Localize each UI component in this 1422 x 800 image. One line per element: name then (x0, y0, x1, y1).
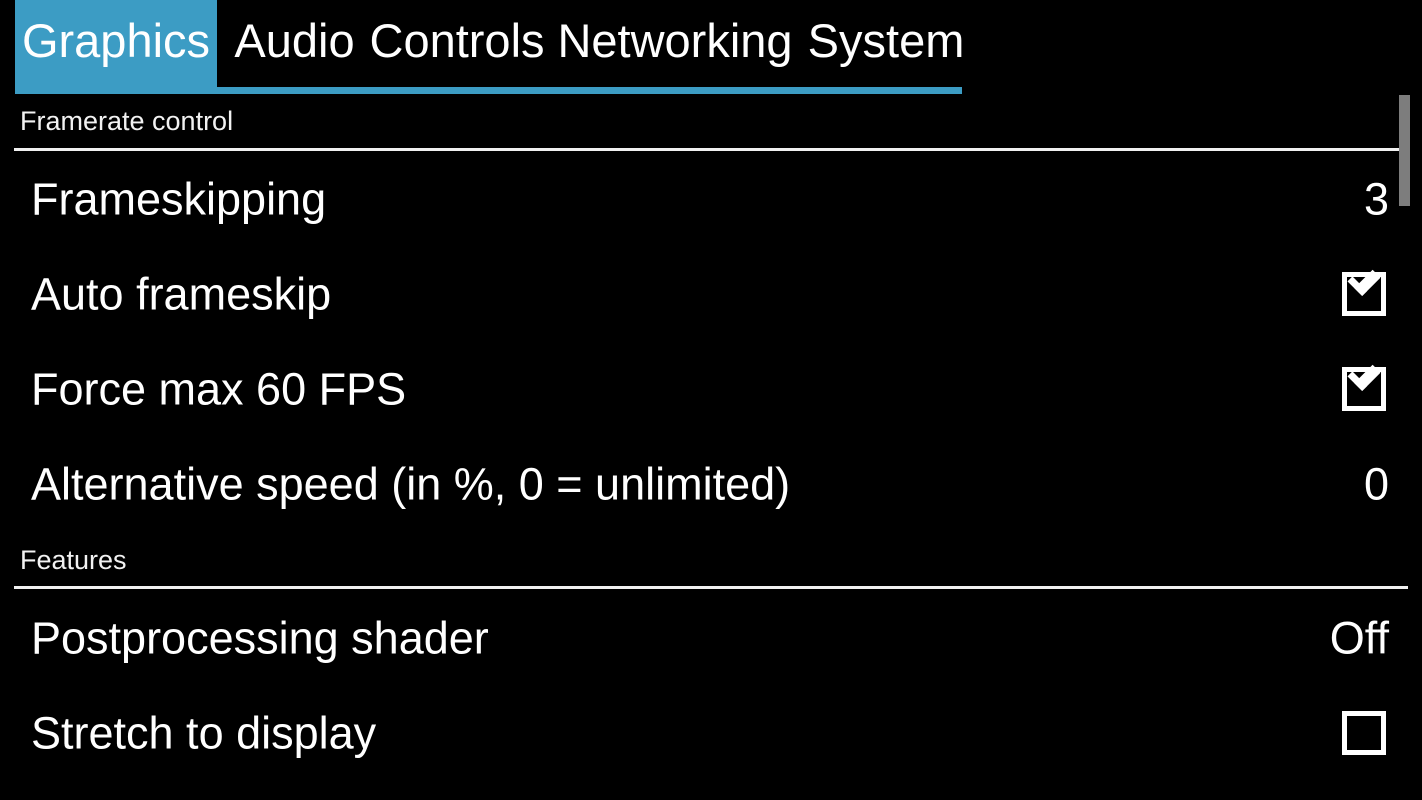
setting-label: Auto frameskip (31, 268, 332, 320)
setting-row-auto-frameskip[interactable]: Auto frameskip (0, 247, 1422, 341)
setting-label: Postprocessing shader (31, 612, 489, 664)
tab-audio[interactable]: Audio (228, 0, 361, 87)
setting-row-stretch-to-display[interactable]: Stretch to display (0, 686, 1422, 780)
tab-system[interactable]: System (808, 0, 965, 87)
section-divider (14, 586, 1408, 589)
checkmark-icon (1347, 262, 1381, 297)
tab-controls[interactable]: Controls (370, 0, 545, 87)
setting-row-postprocessing-shader[interactable]: Postprocessing shader Off (0, 591, 1422, 685)
tab-networking[interactable]: Networking (557, 0, 792, 87)
section-header-framerate-control: Framerate control (20, 106, 234, 136)
checkbox-unchecked-icon[interactable] (1342, 711, 1386, 755)
active-tab-underline (15, 87, 962, 94)
checkbox-checked-icon[interactable] (1342, 262, 1386, 316)
setting-label: Stretch to display (31, 707, 377, 759)
scrollbar-thumb[interactable] (1399, 95, 1410, 206)
setting-row-force-max-60-fps[interactable]: Force max 60 FPS (0, 342, 1422, 436)
setting-label: Force max 60 FPS (31, 363, 407, 415)
setting-label: Frameskipping (31, 173, 327, 225)
setting-row-frameskipping[interactable]: Frameskipping 3 (0, 152, 1422, 246)
section-divider (14, 148, 1408, 151)
tab-bar: Graphics Audio Controls Networking System (0, 0, 1422, 94)
setting-row-alternative-speed-in-0-unlimited[interactable]: Alternative speed (in %, 0 = unlimited) 0 (0, 437, 1422, 531)
setting-label: Alternative speed (in %, 0 = unlimited) (31, 458, 791, 510)
section-header-features: Features (20, 545, 127, 575)
setting-value[interactable]: 0 (1364, 462, 1389, 507)
tab-graphics[interactable]: Graphics (15, 0, 217, 87)
checkbox-checked-icon[interactable] (1342, 357, 1386, 411)
setting-value[interactable]: Off (1330, 616, 1389, 661)
checkmark-icon (1347, 357, 1381, 392)
ppsspp-settings-screen: Graphics Audio Controls Networking System Fr… (0, 0, 1422, 800)
setting-value[interactable]: 3 (1364, 177, 1389, 222)
